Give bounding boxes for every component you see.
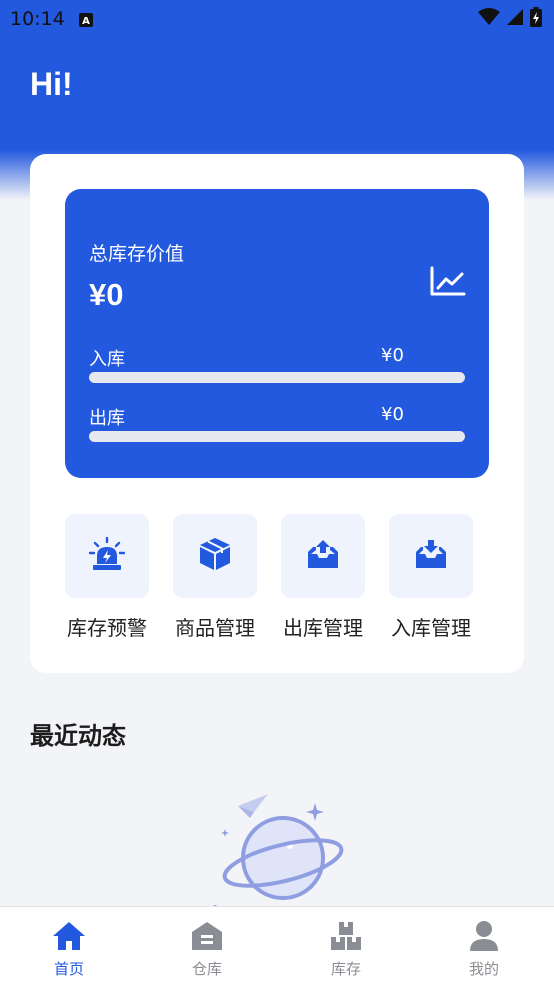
overview-card: 总库存价值 ¥0 入库 ¥0 出库 ¥0 库存预警 商品管理 出库管理 入库管理 xyxy=(30,154,524,673)
home-icon xyxy=(52,920,86,952)
bottom-navigation: 首页 仓库 库存 我的 xyxy=(0,906,554,984)
action-product-management[interactable]: 商品管理 xyxy=(165,512,265,641)
inbox-icon xyxy=(415,539,447,573)
action-tile[interactable] xyxy=(281,514,365,598)
inbound-label: 入库 xyxy=(89,349,125,370)
action-label: 入库管理 xyxy=(391,616,471,640)
empty-state-illustration xyxy=(210,790,350,910)
user-icon xyxy=(467,920,501,952)
nav-inventory[interactable]: 库存 xyxy=(277,907,415,984)
action-label: 出库管理 xyxy=(283,616,363,640)
nav-label: 库存 xyxy=(330,960,361,978)
action-inbound-management[interactable]: 入库管理 xyxy=(381,512,481,641)
nav-label: 首页 xyxy=(53,960,84,978)
battery-icon xyxy=(530,7,542,31)
alarm-icon xyxy=(88,536,126,575)
nav-label: 仓库 xyxy=(191,960,222,978)
action-label: 商品管理 xyxy=(175,616,255,640)
status-left: 10:14 A xyxy=(10,8,93,30)
outbox-icon xyxy=(307,539,339,573)
status-time: 10:14 xyxy=(10,8,65,30)
inventory-icon xyxy=(329,920,363,952)
outbound-label: 出库 xyxy=(89,408,125,429)
greeting-text: Hi! xyxy=(30,66,73,102)
action-tile[interactable] xyxy=(173,514,257,598)
wifi-icon xyxy=(478,8,500,30)
recent-activity-title: 最近动态 xyxy=(30,722,126,750)
nav-profile[interactable]: 我的 xyxy=(415,907,553,984)
inventory-value-card[interactable]: 总库存价值 ¥0 入库 ¥0 出库 ¥0 xyxy=(65,189,489,478)
a-notification-icon: A xyxy=(78,12,93,27)
inbound-progress-bar xyxy=(89,372,465,383)
action-tile[interactable] xyxy=(389,514,473,598)
inventory-total-value: ¥0 xyxy=(89,277,124,312)
signal-icon xyxy=(506,8,524,30)
warehouse-icon xyxy=(190,920,224,952)
nav-home[interactable]: 首页 xyxy=(0,907,138,984)
nav-warehouse[interactable]: 仓库 xyxy=(138,907,276,984)
nav-label: 我的 xyxy=(468,960,499,978)
action-outbound-management[interactable]: 出库管理 xyxy=(273,512,373,641)
action-stock-alert[interactable]: 库存预警 xyxy=(57,512,157,641)
outbound-progress-bar xyxy=(89,431,465,442)
box-icon xyxy=(199,537,231,575)
inbound-amount: ¥0 xyxy=(381,345,404,366)
quick-actions: 库存预警 商品管理 出库管理 入库管理 xyxy=(65,512,489,642)
status-right xyxy=(478,7,542,31)
action-tile[interactable] xyxy=(65,514,149,598)
inventory-value-title: 总库存价值 xyxy=(89,243,185,265)
home-screen: 10:14 A Hi! 总库存价值 ¥0 入库 ¥0 出库 ¥0 库存预警 商品… xyxy=(0,0,554,984)
outbound-amount: ¥0 xyxy=(381,404,404,425)
action-label: 库存预警 xyxy=(67,616,147,640)
status-bar: 10:14 A xyxy=(0,0,554,38)
svg-text:A: A xyxy=(82,16,90,27)
line-chart-icon[interactable] xyxy=(429,265,467,297)
